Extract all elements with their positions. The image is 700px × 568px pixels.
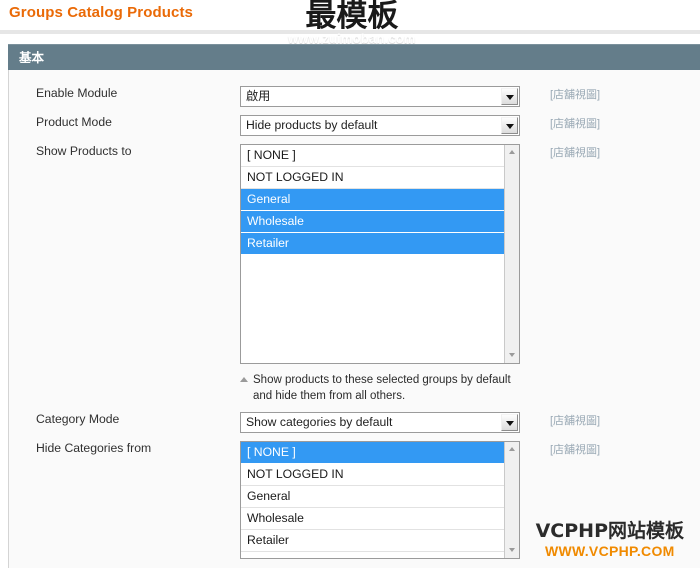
hide-categories-from-options: [ NONE ]NOT LOGGED INGeneralWholesaleRet… (241, 442, 505, 552)
watermark-top: 最模板 www.zuimoban.com (288, 0, 416, 46)
page-root: Groups Catalog Products 最模板 www.zuimoban… (0, 0, 700, 568)
row-category-mode: Category Mode Show categories by default… (9, 412, 700, 441)
scroll-down-arrow-icon[interactable] (505, 348, 520, 363)
category-mode-value: Show categories by default (246, 415, 392, 429)
scope-product-mode: [店舖視圖] (550, 115, 600, 131)
label-show-products-to: Show Products to (36, 144, 132, 158)
show-products-to-listbox[interactable]: [ NONE ]NOT LOGGED INGeneralWholesaleRet… (240, 144, 520, 364)
list-item[interactable]: Wholesale (241, 508, 505, 530)
field-product-mode: Hide products by default (240, 115, 520, 136)
list-item[interactable]: General (241, 189, 505, 211)
field-category-mode: Show categories by default (240, 412, 520, 433)
product-mode-value: Hide products by default (246, 118, 377, 132)
page-title: Groups Catalog Products (9, 4, 193, 21)
label-category-mode: Category Mode (36, 412, 119, 426)
list-item[interactable]: General (241, 486, 505, 508)
scope-enable-module: [店舖視圖] (550, 86, 600, 102)
hint-show-products-to: Show products to these selected groups b… (240, 372, 540, 404)
row-hide-categories-from: Hide Categories from [ NONE ]NOT LOGGED … (9, 441, 700, 561)
list-item[interactable]: NOT LOGGED IN (241, 464, 505, 486)
list-item[interactable]: Wholesale (241, 211, 505, 233)
list-item[interactable]: [ NONE ] (241, 442, 505, 464)
scope-category-mode: [店舖視圖] (550, 412, 600, 428)
product-mode-select[interactable]: Hide products by default (240, 115, 520, 136)
list-item[interactable]: [ NONE ] (241, 145, 505, 167)
hint-line-1: Show products to these selected groups b… (253, 374, 511, 386)
list-item[interactable]: NOT LOGGED IN (241, 167, 505, 189)
enable-module-select[interactable]: 啟用 (240, 86, 520, 107)
chevron-down-icon[interactable] (501, 414, 518, 431)
scope-show-products-to: [店舖視圖] (550, 144, 600, 160)
row-product-mode: Product Mode Hide products by default [店… (9, 115, 700, 144)
chevron-down-icon[interactable] (501, 117, 518, 134)
enable-module-value: 啟用 (246, 89, 270, 103)
field-hide-categories-from: [ NONE ]NOT LOGGED INGeneralWholesaleRet… (240, 441, 520, 559)
hint-triangle-icon (240, 377, 248, 382)
chevron-down-icon[interactable] (501, 88, 518, 105)
list-item[interactable]: Retailer (241, 233, 505, 255)
row-enable-module: Enable Module 啟用 [店舖視圖] (9, 86, 700, 115)
list-item[interactable]: Retailer (241, 530, 505, 552)
label-product-mode: Product Mode (36, 115, 112, 129)
field-enable-module: 啟用 (240, 86, 520, 107)
listbox-scrollbar[interactable] (504, 442, 519, 558)
category-mode-select[interactable]: Show categories by default (240, 412, 520, 433)
label-enable-module: Enable Module (36, 86, 117, 100)
field-show-products-to: [ NONE ]NOT LOGGED INGeneralWholesaleRet… (240, 144, 520, 364)
title-divider (0, 26, 700, 34)
show-products-to-options: [ NONE ]NOT LOGGED INGeneralWholesaleRet… (241, 145, 505, 255)
label-hide-categories-from: Hide Categories from (36, 441, 151, 455)
row-show-products-to: Show Products to [ NONE ]NOT LOGGED INGe… (9, 144, 700, 412)
listbox-scrollbar[interactable] (504, 145, 519, 363)
scroll-down-arrow-icon[interactable] (505, 543, 520, 558)
scope-hide-categories-from: [店舖視圖] (550, 441, 600, 457)
section-header: 基本 (8, 44, 700, 70)
config-section: 基本 Enable Module 啟用 [店舖視圖] Product Mode (8, 44, 700, 568)
scroll-up-arrow-icon[interactable] (505, 145, 520, 160)
scroll-up-arrow-icon[interactable] (505, 442, 520, 457)
hide-categories-from-listbox[interactable]: [ NONE ]NOT LOGGED INGeneralWholesaleRet… (240, 441, 520, 559)
hint-line-2: and hide them from all others. (240, 388, 540, 404)
section-body: Enable Module 啟用 [店舖視圖] Product Mode Hid… (8, 70, 700, 568)
